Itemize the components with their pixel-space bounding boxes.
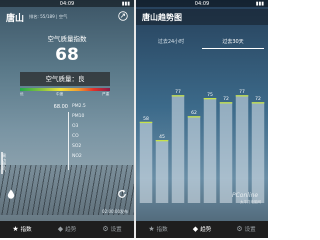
aqi-title: 空气质量指数 — [47, 35, 87, 43]
tab-label: 设置 — [244, 227, 256, 233]
gear-icon: ⚙ — [236, 225, 243, 233]
tab-index[interactable]: ★ 指数 — [136, 221, 180, 238]
chart-bar — [187, 116, 201, 203]
chart-bar — [203, 98, 217, 203]
background-photo — [0, 165, 134, 215]
chart-bar — [219, 102, 233, 203]
chart-bar-top — [139, 121, 153, 124]
share-icon[interactable] — [118, 11, 128, 21]
tab-settings[interactable]: ⚙ 设置 — [90, 221, 134, 238]
status-bar: 04:09 ▮▮▮ — [136, 0, 268, 7]
pollutant-row: SO2 — [36, 144, 106, 154]
update-time: 02:00:00发布 — [102, 209, 128, 214]
pollutant-name: NO2 — [72, 154, 82, 159]
pollutant-name: CO — [72, 134, 79, 139]
scale-label-moderate: 中度 — [56, 92, 64, 96]
pollutant-row: NO2 — [36, 154, 106, 164]
tab-label: 趋势 — [65, 227, 77, 233]
chart-bar — [171, 95, 185, 203]
pollutant-axis-line — [68, 112, 69, 170]
header: 唐山趋势图 — [136, 9, 268, 25]
tab-label: 指数 — [20, 227, 32, 233]
chart-data-label: 72 — [255, 96, 261, 102]
tab-trend[interactable]: ◆ 趋势 — [45, 221, 89, 238]
chart-data-label: 77 — [175, 89, 181, 95]
chart-data-label: 72 — [223, 96, 229, 102]
tab-past-24h[interactable]: 过去24小时 — [140, 37, 202, 49]
chart-bar-top — [203, 98, 217, 100]
chart-data-label: 58 — [143, 116, 149, 122]
watermark: PConline — [232, 192, 258, 199]
aqi-value: 68 — [55, 45, 79, 65]
chart-bar — [251, 102, 265, 203]
trend-bar-chart: 58 45 77 62 75 72 77 72 PConline太平洋电脑网 — [139, 89, 265, 204]
signal-icon: ▮▮▮ — [255, 1, 264, 7]
chart-bar-top — [155, 140, 169, 142]
period-tabs: 过去24小时 过去30天 — [140, 37, 264, 49]
watermark-subtitle: 太平洋电脑网 — [240, 199, 261, 204]
chart-bar-top — [251, 102, 265, 104]
status-bar: 04:09 ▮▮▮ — [0, 0, 134, 7]
tab-index[interactable]: ★ 指数 — [0, 221, 44, 238]
chart-data-label: 75 — [207, 92, 213, 98]
drop-icon[interactable] — [7, 189, 15, 199]
tab-settings[interactable]: ⚙ 设置 — [224, 221, 268, 238]
chart-data-label: 62 — [191, 110, 197, 116]
refresh-icon[interactable] — [117, 189, 127, 199]
tab-label: 指数 — [156, 227, 168, 233]
signal-icon: ▮▮▮ — [121, 1, 130, 7]
quality-label: 空气质量：良 — [20, 72, 110, 86]
chart-data-label: 45 — [159, 134, 165, 140]
rank-text: 排名: 55/189 | 空气 — [29, 14, 68, 19]
chart-bar-top — [187, 116, 201, 118]
pollutant-name: SO2 — [72, 144, 82, 149]
scale-label-severe: 严重 — [102, 92, 110, 96]
pollutant-name: PM10 — [72, 114, 85, 119]
bottom-tab-bar: ★ 指数 ◆ 趋势 ⚙ 设置 — [136, 221, 268, 238]
status-time: 04:09 — [194, 1, 210, 7]
chart-bar — [155, 140, 169, 203]
pollutant-value: 68.00 — [53, 104, 68, 110]
city-name[interactable]: 唐山 — [6, 11, 24, 24]
chart-bar — [139, 121, 153, 203]
pollutant-row: O3 — [36, 124, 106, 134]
pollutant-name: PM2.5 — [72, 104, 86, 109]
aqi-index-screen: 04:09 ▮▮▮ 唐山 排名: 55/189 | 空气 空气质量指数 68 空… — [0, 0, 134, 238]
star-icon: ★ — [148, 225, 155, 233]
pollutant-row: CO — [36, 134, 106, 144]
tab-past-30d[interactable]: 过去30天 — [202, 37, 264, 49]
scale-label-good: 优 — [20, 92, 24, 96]
tab-label: 设置 — [110, 227, 122, 233]
bottom-tab-bar: ★ 指数 ◆ 趋势 ⚙ 设置 — [0, 221, 134, 238]
chart-bar-top — [219, 102, 233, 104]
trend-screen: 04:09 ▮▮▮ 唐山趋势图 过去24小时 过去30天 58 45 77 62 75 7… — [136, 0, 268, 238]
trend-icon: ◆ — [57, 225, 64, 233]
page-title: 唐山趋势图 — [142, 13, 182, 22]
pollutant-name: O3 — [72, 124, 79, 129]
side-drawer-label[interactable]: 周边空气 — [2, 153, 8, 172]
tab-label: 趋势 — [200, 227, 212, 233]
header: 唐山 排名: 55/189 | 空气 — [6, 9, 128, 24]
chart-bar — [235, 95, 249, 203]
gear-icon: ⚙ — [102, 225, 109, 233]
chart-bar-top — [235, 95, 249, 97]
chart-bar-top — [171, 95, 185, 97]
status-time: 04:09 — [59, 1, 75, 7]
chart-data-label: 77 — [239, 89, 245, 95]
pollutant-row: 68.00 PM2.5 — [36, 104, 106, 114]
tab-trend[interactable]: ◆ 趋势 — [180, 221, 224, 238]
star-icon: ★ — [12, 225, 19, 233]
pollutant-row: PM10 — [36, 114, 106, 124]
trend-icon: ◆ — [192, 225, 199, 233]
aqi-scale-bar — [20, 88, 110, 91]
